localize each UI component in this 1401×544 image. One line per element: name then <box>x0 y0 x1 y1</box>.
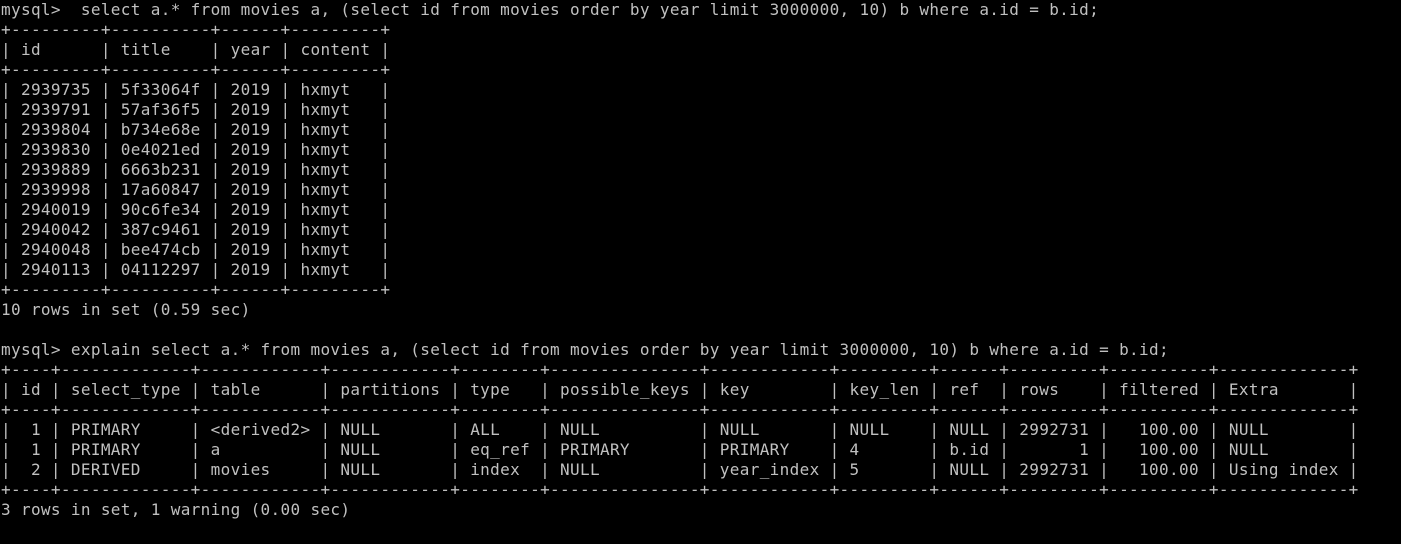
command-line: mysql> select a.* from movies a, (select… <box>1 0 1100 19</box>
table-border-line: +---------+----------+------+---------+ <box>1 280 391 299</box>
table-border-line: +---------+----------+------+---------+ <box>1 60 391 79</box>
table-border-line: +----+-------------+------------+-------… <box>1 480 1359 499</box>
table-border-line: +---------+----------+------+---------+ <box>1 20 391 39</box>
table-row: | 2939998 | 17a60847 | 2019 | hxmyt | <box>1 180 391 199</box>
table-border-line: +----+-------------+------------+-------… <box>1 360 1359 379</box>
table-row: | 2939889 | 6663b231 | 2019 | hxmyt | <box>1 160 391 179</box>
table-row: | 2939804 | b734e68e | 2019 | hxmyt | <box>1 120 391 139</box>
table-row: | 1 | PRIMARY | a | NULL | eq_ref | PRIM… <box>1 440 1359 459</box>
terminal-window[interactable]: mysql> select a.* from movies a, (select… <box>0 0 1401 544</box>
table-row: | 2939830 | 0e4021ed | 2019 | hxmyt | <box>1 140 391 159</box>
status-line: 10 rows in set (0.59 sec) <box>1 300 251 319</box>
table-row: | 2939791 | 57af36f5 | 2019 | hxmyt | <box>1 100 391 119</box>
terminal-output: mysql> select a.* from movies a, (select… <box>1 0 1401 520</box>
table-row: | 2940019 | 90c6fe34 | 2019 | hxmyt | <box>1 200 391 219</box>
table-border-line: +----+-------------+------------+-------… <box>1 400 1359 419</box>
status-line: 3 rows in set, 1 warning (0.00 sec) <box>1 500 351 519</box>
table-row: | 2940048 | bee474cb | 2019 | hxmyt | <box>1 240 391 259</box>
table-row: | 2 | DERIVED | movies | NULL | index | … <box>1 460 1359 479</box>
table-row: | 2940042 | 387c9461 | 2019 | hxmyt | <box>1 220 391 239</box>
table-row: | id | select_type | table | partitions … <box>1 380 1359 399</box>
table-row: | 2939735 | 5f33064f | 2019 | hxmyt | <box>1 80 391 99</box>
table-row: | 2940113 | 04112297 | 2019 | hxmyt | <box>1 260 391 279</box>
command-line: mysql> explain select a.* from movies a,… <box>1 340 1169 359</box>
table-row: | id | title | year | content | <box>1 40 391 59</box>
table-row: | 1 | PRIMARY | <derived2> | NULL | ALL … <box>1 420 1359 439</box>
